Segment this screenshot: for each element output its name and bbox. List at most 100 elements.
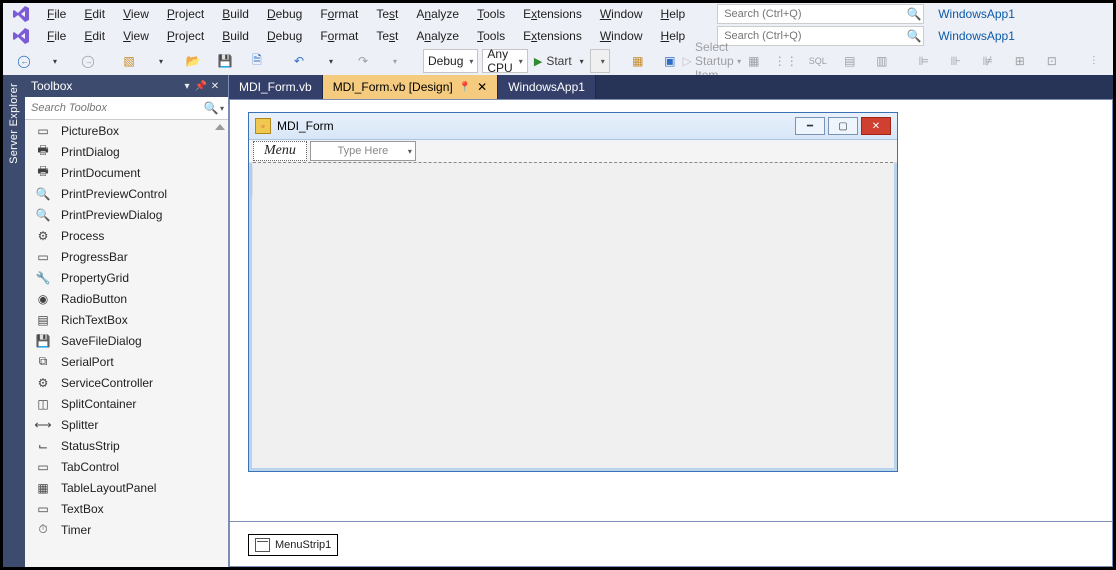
menu-help[interactable]: Help: [653, 5, 694, 23]
toolbox-item[interactable]: ▦TableLayoutPanel: [25, 477, 228, 498]
align-c-icon[interactable]: ⊯: [974, 50, 1002, 72]
menu-format[interactable]: Format: [312, 5, 366, 23]
nav-fwd-button[interactable]: ◯→: [73, 50, 101, 72]
menu-file-2[interactable]: File: [39, 27, 74, 45]
solution-name-2[interactable]: WindowsApp1: [938, 29, 1015, 43]
toolbox-item[interactable]: ▭TabControl: [25, 456, 228, 477]
menu-file[interactable]: File: [39, 5, 74, 23]
toolbox-close-icon[interactable]: ✕: [208, 81, 222, 92]
form-client-area[interactable]: [253, 162, 893, 467]
toolbox-item[interactable]: 🖶PrintDocument: [25, 162, 228, 183]
menu-debug-2[interactable]: Debug: [259, 27, 310, 45]
menu-format-2[interactable]: Format: [312, 27, 366, 45]
designer-surface[interactable]: ▫ MDI_Form ━ ▢ ✕ Menu Type Here▾: [229, 99, 1113, 567]
menu-view-2[interactable]: View: [115, 27, 157, 45]
close-button[interactable]: ✕: [861, 117, 891, 135]
menu-test[interactable]: Test: [368, 5, 406, 23]
menu-project-2[interactable]: Project: [159, 27, 212, 45]
menu-tools-2[interactable]: Tools: [469, 27, 513, 45]
toolbox-item[interactable]: ◫SplitContainer: [25, 393, 228, 414]
toolbox-item[interactable]: ⟷Splitter: [25, 414, 228, 435]
align-d-icon[interactable]: ⊞: [1006, 50, 1034, 72]
align-e-icon[interactable]: ⊡: [1038, 50, 1066, 72]
tray-menustrip1[interactable]: MenuStrip1: [248, 534, 338, 556]
menu-debug[interactable]: Debug: [259, 5, 310, 23]
save-all-button[interactable]: 🗎: [243, 50, 271, 72]
minimize-button[interactable]: ━: [795, 117, 825, 135]
ide-search-2[interactable]: 🔍: [717, 26, 924, 46]
ide-search-input[interactable]: [718, 8, 905, 20]
startup-button[interactable]: ▷ Select Startup Item ▾: [698, 50, 726, 72]
pin-icon[interactable]: 📍: [459, 82, 471, 93]
menu-edit[interactable]: Edit: [76, 5, 113, 23]
toolbox-pin-icon[interactable]: 📌: [194, 81, 208, 92]
toolbox-item[interactable]: 🔧PropertyGrid: [25, 267, 228, 288]
maximize-button[interactable]: ▢: [828, 117, 858, 135]
nav-back-button[interactable]: ◯←: [9, 50, 37, 72]
undo-button[interactable]: ↶: [285, 50, 313, 72]
align-b-icon[interactable]: ⊪: [942, 50, 970, 72]
tab-mdiform-design[interactable]: MDI_Form.vb [Design]📍✕: [323, 75, 499, 99]
toolbox-item[interactable]: ⧉SerialPort: [25, 351, 228, 372]
redo-drop[interactable]: ▾: [381, 50, 409, 72]
attach-dropdown[interactable]: ▾: [590, 49, 610, 73]
toolbox-item[interactable]: 🔍PrintPreviewDialog: [25, 204, 228, 225]
tab-windowsapp1[interactable]: WindowsApp1: [498, 75, 596, 99]
start-button[interactable]: ▶Start▾: [542, 50, 576, 72]
toolbox-item[interactable]: 🔍PrintPreviewControl: [25, 183, 228, 204]
menu-view[interactable]: View: [115, 5, 157, 23]
scroll-up-icon[interactable]: [215, 124, 225, 130]
menu-type-here[interactable]: Type Here▾: [310, 141, 416, 161]
dots-icon[interactable]: ⋮⋮: [772, 50, 800, 72]
menu-extensions-2[interactable]: Extensions: [515, 27, 590, 45]
toolbox-item[interactable]: 💾SaveFileDialog: [25, 330, 228, 351]
new-drop[interactable]: ▾: [147, 50, 175, 72]
menu-build[interactable]: Build: [214, 5, 257, 23]
db-icon[interactable]: ▤: [836, 50, 864, 72]
menu-analyze[interactable]: Analyze: [408, 5, 467, 23]
platform-dropdown[interactable]: Any CPU▾: [482, 49, 527, 73]
sql-icon[interactable]: SQL: [804, 50, 832, 72]
ide-search[interactable]: 🔍: [717, 4, 924, 24]
toolbox-item[interactable]: ▭PictureBox: [25, 120, 228, 141]
grid-icon[interactable]: ▦: [740, 50, 768, 72]
menu-analyze-2[interactable]: Analyze: [408, 27, 467, 45]
menu-edit-2[interactable]: Edit: [76, 27, 113, 45]
solution-name[interactable]: WindowsApp1: [938, 7, 1015, 21]
tab-mdiform-vb[interactable]: MDI_Form.vb: [229, 75, 323, 99]
toolbox-item[interactable]: 🖶PrintDialog: [25, 141, 228, 162]
toolbox-search-input[interactable]: [25, 102, 202, 114]
align-a-icon[interactable]: ⊫: [910, 50, 938, 72]
menu-test-2[interactable]: Test: [368, 27, 406, 45]
menu-extensions[interactable]: Extensions: [515, 5, 590, 23]
toolbox-item[interactable]: ⌙StatusStrip: [25, 435, 228, 456]
toolbar-btn-b[interactable]: ▣: [656, 50, 684, 72]
form-window[interactable]: ▫ MDI_Form ━ ▢ ✕ Menu Type Here▾: [248, 112, 898, 472]
save-button[interactable]: 💾: [211, 50, 239, 72]
toolbox-item[interactable]: ⚙ServiceController: [25, 372, 228, 393]
toolbar-btn-a[interactable]: ▦: [624, 50, 652, 72]
menu-item-menu[interactable]: Menu: [253, 141, 307, 161]
menu-project[interactable]: Project: [159, 5, 212, 23]
menu-window[interactable]: Window: [592, 5, 651, 23]
config-dropdown[interactable]: Debug▾: [423, 49, 478, 73]
toolbox-item[interactable]: ▤RichTextBox: [25, 309, 228, 330]
toolbox-item[interactable]: ⚙Process: [25, 225, 228, 246]
open-button[interactable]: 📂: [179, 50, 207, 72]
server-explorer-tab[interactable]: Server Explorer: [3, 75, 25, 567]
menu-help-2[interactable]: Help: [653, 27, 694, 45]
toolbox-menu-icon[interactable]: ▾: [180, 81, 194, 92]
menu-tools[interactable]: Tools: [469, 5, 513, 23]
undo-drop[interactable]: ▾: [317, 50, 345, 72]
menu-build-2[interactable]: Build: [214, 27, 257, 45]
redo-button[interactable]: ↷: [349, 50, 377, 72]
toolbox-item[interactable]: ▭TextBox: [25, 498, 228, 519]
menu-window-2[interactable]: Window: [592, 27, 651, 45]
toolbox-item[interactable]: ◉RadioButton: [25, 288, 228, 309]
toolbox-search[interactable]: 🔍 ▾: [25, 97, 228, 120]
menustrip[interactable]: Menu Type Here▾ Type Here: [249, 140, 897, 163]
new-project-button[interactable]: ▧: [115, 50, 143, 72]
toolbox-item[interactable]: ▭ProgressBar: [25, 246, 228, 267]
nav-back-drop[interactable]: ▾: [41, 50, 69, 72]
toolbox-search-drop[interactable]: ▾: [220, 104, 228, 113]
